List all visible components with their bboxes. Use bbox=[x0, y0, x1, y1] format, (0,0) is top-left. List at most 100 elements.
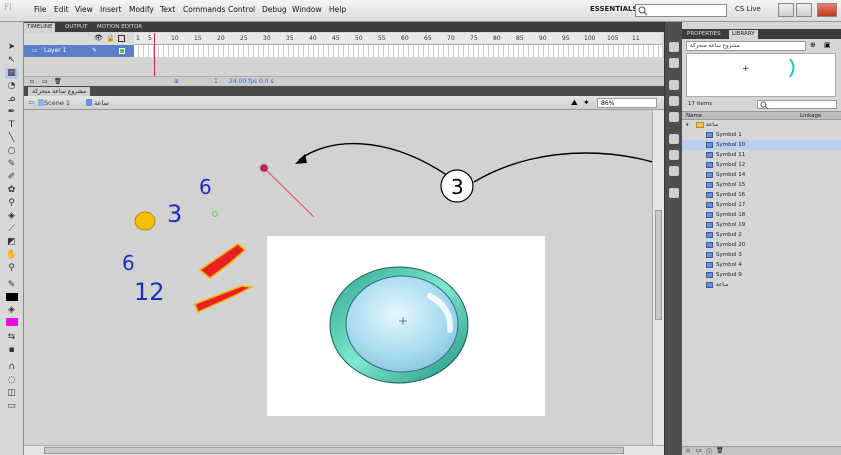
library-item[interactable]: Symbol 11 bbox=[682, 150, 841, 160]
stroke-color-icon[interactable]: ✎ bbox=[5, 280, 18, 291]
frame-ruler[interactable]: 1 5 10 15 20 25 30 35 40 45 50 55 60 65 … bbox=[134, 33, 662, 45]
library-item[interactable]: Symbol 14 bbox=[682, 170, 841, 180]
edit-scene-icon[interactable]: ⛰ bbox=[571, 98, 578, 108]
yellow-circle[interactable] bbox=[134, 211, 156, 231]
pasteboard[interactable]: 6 3 6 12 3 bbox=[24, 110, 652, 445]
pencil-tool-icon[interactable]: ✎ bbox=[5, 159, 18, 170]
restore-button[interactable] bbox=[796, 3, 812, 17]
layer-row[interactable]: ▭ Layer 1 ✎ bbox=[24, 45, 134, 57]
library-item[interactable]: Symbol 9 bbox=[682, 270, 841, 280]
library-item[interactable]: ساعة bbox=[682, 280, 841, 290]
smooth-icon[interactable]: ◌ bbox=[5, 375, 18, 386]
clock-number-12[interactable]: 12 bbox=[134, 278, 165, 306]
menu-insert[interactable]: Insert bbox=[100, 5, 122, 14]
code-snippets-icon[interactable] bbox=[669, 134, 679, 144]
library-item[interactable]: Symbol 18 bbox=[682, 210, 841, 220]
paint-bucket-icon[interactable]: ◈ bbox=[5, 211, 18, 222]
zoom-select[interactable]: 86% bbox=[597, 98, 657, 108]
frame-rate[interactable]: 24.00 fps bbox=[229, 78, 257, 85]
line-tool-icon[interactable]: ╲ bbox=[5, 133, 18, 144]
color-panel-icon[interactable] bbox=[669, 42, 679, 52]
new-folder-icon[interactable]: ▭ bbox=[42, 78, 48, 85]
new-symbol-icon[interactable]: ▫ bbox=[686, 447, 690, 454]
library-folder[interactable]: ▾ ساعة bbox=[682, 120, 841, 130]
close-button[interactable] bbox=[817, 3, 837, 17]
layer-outline-color[interactable] bbox=[119, 48, 125, 54]
help-search-input[interactable] bbox=[635, 4, 727, 17]
tab-properties[interactable]: PROPERTIES bbox=[684, 30, 724, 39]
straighten-icon[interactable]: ◫ bbox=[5, 388, 18, 399]
eraser-tool-icon[interactable]: ◩ bbox=[5, 237, 18, 248]
library-search-input[interactable] bbox=[757, 100, 837, 109]
center-frame-icon[interactable]: ⊕ bbox=[174, 78, 179, 85]
swap-colors-icon[interactable]: ⇆ bbox=[5, 332, 18, 343]
selection-tool-icon[interactable]: ➤ bbox=[5, 42, 18, 53]
fill-color-swatch[interactable] bbox=[6, 318, 18, 326]
green-dot[interactable] bbox=[212, 211, 218, 217]
library-item[interactable]: Symbol 3 bbox=[682, 250, 841, 260]
menu-help[interactable]: Help bbox=[329, 5, 346, 14]
brush-tool-icon[interactable]: ✐ bbox=[5, 172, 18, 183]
outline-icon[interactable] bbox=[118, 35, 125, 42]
lock-icon[interactable]: 🔒 bbox=[106, 34, 115, 42]
eye-icon[interactable]: 👁 bbox=[94, 34, 103, 42]
text-tool-icon[interactable]: T bbox=[5, 120, 18, 131]
red-shape-top[interactable] bbox=[198, 243, 247, 279]
option-icon[interactable]: ▭ bbox=[5, 401, 18, 412]
expand-arrow-icon[interactable]: ▾ bbox=[686, 120, 689, 130]
vertical-scrollbar[interactable] bbox=[652, 110, 664, 445]
swatches-panel-icon[interactable] bbox=[669, 58, 679, 68]
scene-breadcrumb[interactable]: Scene 1 bbox=[44, 99, 70, 107]
tab-output[interactable]: OUTPUT bbox=[62, 23, 90, 32]
project-panel-icon[interactable] bbox=[669, 188, 679, 198]
tab-motion-editor[interactable]: MOTION EDITOR bbox=[94, 23, 145, 32]
3d-rotation-tool-icon[interactable]: ◔ bbox=[5, 81, 18, 92]
stroke-color-swatch[interactable] bbox=[6, 293, 18, 301]
edit-symbol-icon[interactable]: ✦ bbox=[583, 98, 590, 107]
library-item[interactable]: Symbol 15 bbox=[682, 180, 841, 190]
library-document-select[interactable]: مشروع ساعة متحركة bbox=[686, 41, 806, 51]
library-item-selected[interactable]: Symbol 10 bbox=[682, 140, 841, 150]
subselection-tool-icon[interactable]: ↖ bbox=[5, 55, 18, 66]
document-tab[interactable]: مشروع ساعة متحركة bbox=[28, 87, 91, 96]
snap-magnet-icon[interactable]: ∩ bbox=[5, 362, 18, 373]
transform-panel-icon[interactable] bbox=[669, 112, 679, 122]
hand-pivot-dot[interactable] bbox=[260, 164, 268, 172]
clock-number-6[interactable]: 6 bbox=[122, 251, 135, 275]
back-arrow-icon[interactable]: ⇦ bbox=[28, 98, 35, 107]
horizontal-scrollbar[interactable] bbox=[24, 445, 664, 455]
zoom-tool-icon[interactable]: ⚲ bbox=[5, 263, 18, 274]
layer-name[interactable]: Layer 1 bbox=[44, 47, 66, 54]
symbol-breadcrumb[interactable]: ساعة bbox=[94, 99, 109, 107]
menu-control[interactable]: Control bbox=[228, 5, 255, 14]
delete-icon[interactable]: 🗑 bbox=[716, 447, 724, 454]
new-folder-icon[interactable]: ▭ bbox=[696, 447, 702, 454]
fill-color-icon[interactable]: ◈ bbox=[5, 305, 18, 316]
library-item[interactable]: Symbol 19 bbox=[682, 220, 841, 230]
menu-modify[interactable]: Modify bbox=[129, 5, 154, 14]
menu-commands[interactable]: Commands bbox=[183, 5, 225, 14]
default-colors-icon[interactable]: ▪ bbox=[5, 345, 18, 356]
library-item[interactable]: Symbol 20 bbox=[682, 240, 841, 250]
library-item[interactable]: Symbol 16 bbox=[682, 190, 841, 200]
info-panel-icon[interactable] bbox=[669, 96, 679, 106]
delete-layer-icon[interactable]: 🗑 bbox=[54, 78, 62, 85]
library-item[interactable]: Symbol 1 bbox=[682, 130, 841, 140]
tab-timeline[interactable]: TIMELINE bbox=[24, 23, 56, 32]
menu-window[interactable]: Window bbox=[292, 5, 322, 14]
column-name[interactable]: Name bbox=[686, 113, 702, 119]
menu-text[interactable]: Text bbox=[160, 5, 175, 14]
properties-icon[interactable]: ⓘ bbox=[706, 447, 712, 455]
components-panel-icon[interactable] bbox=[669, 150, 679, 160]
new-layer-icon[interactable]: ▫ bbox=[30, 78, 34, 85]
motion-presets-icon[interactable] bbox=[669, 166, 679, 176]
bone-tool-icon[interactable]: ⚲ bbox=[5, 198, 18, 209]
oval-tool-icon[interactable]: ○ bbox=[5, 146, 18, 157]
lasso-tool-icon[interactable]: ᓄ bbox=[5, 94, 18, 105]
library-item[interactable]: Symbol 17 bbox=[682, 200, 841, 210]
align-panel-icon[interactable] bbox=[669, 80, 679, 90]
scroll-thumb[interactable] bbox=[655, 210, 662, 320]
library-item[interactable]: Symbol 2 bbox=[682, 230, 841, 240]
clock-number-6-top[interactable]: 6 bbox=[199, 175, 212, 199]
frame-row[interactable] bbox=[134, 45, 662, 57]
